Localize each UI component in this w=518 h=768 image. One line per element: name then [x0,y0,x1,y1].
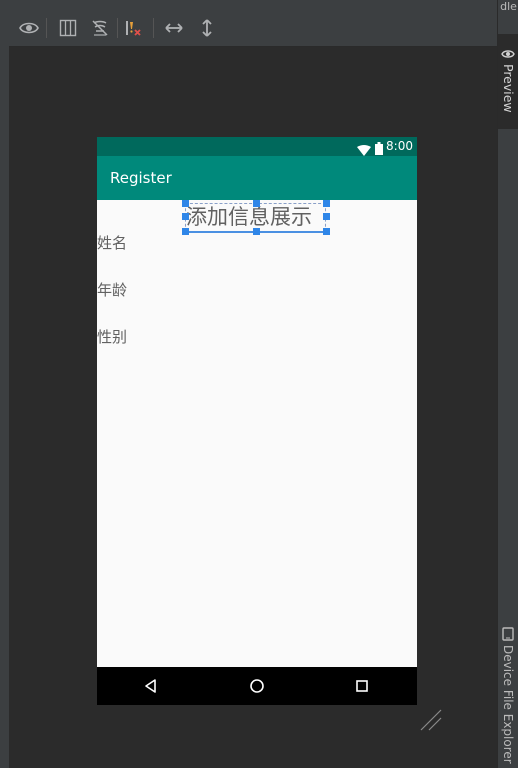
eye-icon[interactable] [17,16,41,40]
errors-icon[interactable] [121,16,145,40]
resize-handle[interactable] [323,213,330,220]
navigation-bar [97,667,417,705]
eye-icon [501,44,515,63]
preview-toolbar [9,10,497,47]
back-icon[interactable] [142,677,160,695]
toolbar-separator [153,18,154,38]
tab-preview-label: Preview [501,64,516,113]
canvas-resize-grip-icon[interactable] [419,708,443,736]
device-screen: 8:00 Register 添加信息展示 姓名 年龄 性别 [97,137,417,705]
recents-icon[interactable] [353,677,371,695]
resize-handle[interactable] [182,228,189,235]
resize-handle[interactable] [253,228,260,235]
tab-preview[interactable]: Preview [498,34,518,129]
resize-handle[interactable] [323,228,330,235]
resize-handle[interactable] [253,200,260,207]
app-bar: Register [97,156,417,200]
layout-content: 添加信息展示 姓名 年龄 性别 [97,200,417,667]
resize-handle[interactable] [182,200,189,207]
right-tool-window-bar: dle Preview Device File Explorer [497,0,518,768]
gender-label[interactable]: 性别 [97,327,127,347]
blueprint-off-icon[interactable] [88,16,112,40]
split-view-icon[interactable] [56,16,80,40]
resize-handle[interactable] [182,213,189,220]
device-icon [502,626,514,645]
toolbar-separator [46,18,47,38]
status-bar: 8:00 [97,137,417,156]
expand-horizontal-icon[interactable] [162,16,186,40]
resize-handle[interactable] [323,200,330,207]
expand-vertical-icon[interactable] [195,16,219,40]
tab-device-file-explorer[interactable]: Device File Explorer [501,645,515,764]
selected-heading-textview[interactable]: 添加信息展示 [186,203,326,231]
status-time: 8:00 [386,139,413,153]
age-label[interactable]: 年龄 [97,280,127,300]
home-icon[interactable] [248,677,266,695]
toolbar-separator [117,18,118,38]
right-panel-top-label: dle [500,0,517,13]
app-title: Register [110,169,172,187]
name-label[interactable]: 姓名 [97,233,127,253]
